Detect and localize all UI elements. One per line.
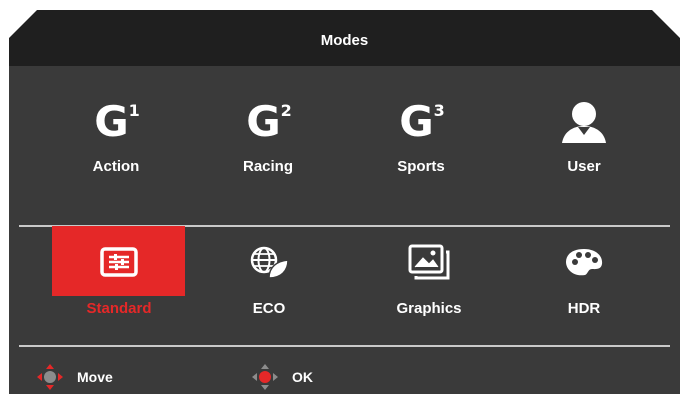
ok-hint: OK — [252, 364, 313, 390]
nav-ok-icon — [252, 364, 278, 390]
eco-icon — [207, 242, 331, 282]
footer-divider — [19, 345, 670, 347]
mode-user[interactable]: User — [522, 100, 646, 190]
standard-icon — [57, 242, 181, 282]
osd-panel: Modes G1 Action G2 Racing G3 Sports User — [9, 10, 680, 394]
move-label: Move — [77, 369, 113, 385]
g2-icon: G2 — [246, 97, 292, 146]
ok-label: OK — [292, 369, 313, 385]
osd-header: Modes — [9, 10, 680, 70]
mode-label: Action — [92, 158, 140, 175]
move-hint: Move — [37, 364, 113, 390]
mode-label: Racing — [242, 158, 293, 175]
mode-label: ECO — [252, 300, 286, 317]
mode-label: HDR — [567, 300, 601, 317]
mode-hdr[interactable]: HDR — [522, 242, 646, 322]
page-title: Modes — [320, 32, 369, 49]
nav-arrows-icon — [37, 364, 63, 390]
mode-label: Standard — [86, 300, 152, 317]
mode-label: Sports — [397, 158, 445, 175]
mode-graphics[interactable]: Graphics — [367, 242, 491, 322]
g1-icon: G1 — [94, 97, 140, 146]
graphics-icon — [367, 242, 491, 282]
mode-sports[interactable]: G3 Sports — [359, 100, 483, 190]
mode-eco[interactable]: ECO — [207, 242, 331, 322]
mode-racing[interactable]: G2 Racing — [206, 100, 330, 190]
g3-icon: G3 — [399, 97, 445, 146]
user-icon — [522, 100, 646, 144]
mode-label: User — [567, 158, 601, 175]
hdr-icon — [522, 242, 646, 282]
mode-action[interactable]: G1 Action — [54, 100, 178, 190]
mode-standard[interactable]: Standard — [57, 242, 181, 322]
mode-label: Graphics — [396, 300, 462, 317]
